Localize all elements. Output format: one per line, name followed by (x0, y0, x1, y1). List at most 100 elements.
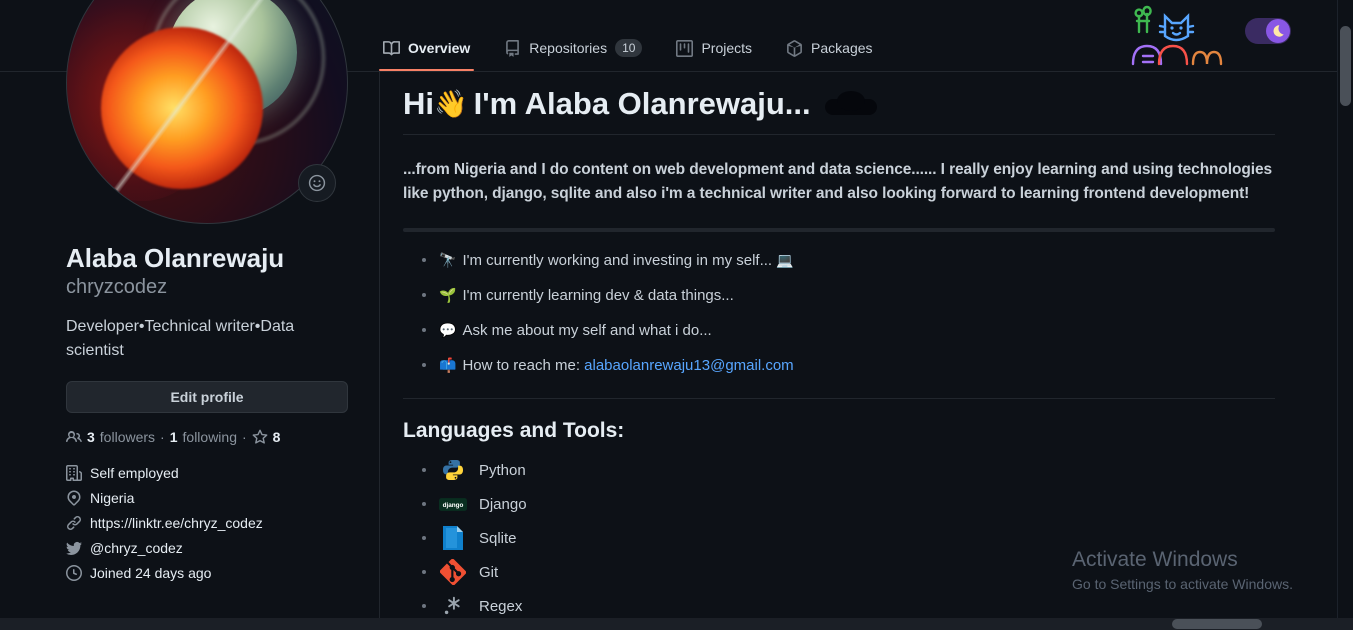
meta-location: Nigeria (66, 486, 362, 511)
list-item: django Django (403, 487, 1275, 521)
speech-balloon-icon: 💬 (439, 322, 457, 338)
languages-and-tools-heading: Languages and Tools: (403, 419, 625, 442)
horizontal-scrollbar[interactable] (0, 618, 1353, 630)
github-profile-page: Overview Repositories 10 Projects Packag… (0, 0, 1353, 630)
counters-separator-1: · (160, 428, 165, 445)
edit-profile-button[interactable]: Edit profile (66, 380, 348, 413)
list-item-prefix: How to reach me: (462, 357, 585, 374)
following-count[interactable]: 1 (170, 429, 178, 445)
tool-label: Python (479, 461, 526, 479)
tab-projects[interactable]: Projects (672, 25, 756, 71)
vertical-scrollbar[interactable] (1337, 0, 1353, 618)
profile-readme: Hi 👋 I'm Alaba Olanrewaju... ...from Nig… (403, 86, 1275, 623)
laptop-icon: 💻 (776, 252, 794, 268)
list-item: Python (403, 453, 1275, 487)
regex-glyph (444, 596, 460, 615)
django-icon[interactable]: django (439, 490, 467, 518)
svg-text:django: django (443, 502, 464, 509)
meta-location-label: Nigeria (90, 490, 135, 506)
counters-separator-2: · (242, 428, 247, 445)
project-icon (676, 39, 694, 57)
theme-toggle[interactable] (1245, 18, 1291, 44)
repo-icon (506, 39, 520, 57)
list-item: 🔭 I'm currently working and investing in … (403, 250, 1275, 271)
location-icon (67, 490, 81, 506)
tool-label: Sqlite (479, 529, 517, 547)
tab-overview[interactable]: Overview (379, 25, 475, 71)
tab-packages[interactable]: Packages (782, 25, 876, 71)
tab-projects-label: Projects (701, 40, 753, 56)
tool-label: Git (479, 563, 499, 581)
list-item-text: I'm currently working and investing in m… (462, 252, 773, 269)
link-icon (67, 516, 81, 530)
git-glyph (440, 559, 466, 585)
repositories-count-badge: 10 (615, 39, 643, 57)
status-emoji-button[interactable] (298, 164, 336, 202)
followers-label[interactable]: followers (100, 429, 155, 445)
list-item-text: I'm currently learning dev & data things… (462, 287, 734, 304)
tab-repositories-label: Repositories (529, 40, 608, 56)
sqlite-glyph (443, 526, 463, 550)
followers-count[interactable]: 3 (87, 429, 95, 445)
readme-heading: Hi 👋 I'm Alaba Olanrewaju... (403, 86, 1275, 135)
organization-icon (66, 465, 82, 481)
meta-organization: Self employed (66, 461, 362, 486)
readme-heading-prefix: Hi (403, 86, 434, 121)
github-neon-doodle-icon (1131, 5, 1223, 66)
tool-label: Regex (479, 597, 523, 615)
profile-meta-list: Self employed Nigeria https://linktr.ee/… (66, 461, 362, 586)
moon-glyph (1273, 25, 1284, 37)
horizontal-scrollbar-thumb[interactable] (1172, 619, 1262, 629)
list-item: 🌱 I'm currently learning dev & data thing… (403, 285, 1275, 306)
waving-hand-icon: 👋 (434, 89, 468, 119)
meta-link[interactable]: https://linktr.ee/chryz_codez (66, 511, 362, 536)
meta-joined-label: Joined 24 days ago (90, 565, 212, 581)
cloud-icon (824, 91, 877, 117)
git-icon[interactable] (439, 558, 467, 586)
mailbox-icon: 📫 (439, 357, 457, 373)
star-icon (252, 429, 268, 444)
tab-packages-label: Packages (811, 40, 873, 56)
seedling-icon: 🌱 (439, 287, 457, 303)
list-item: Git (403, 555, 1275, 589)
clock-icon (66, 565, 82, 581)
readme-paragraph: ...from Nigeria and I do content on web … (403, 161, 1272, 202)
languages-and-tools-list: Python django Django Sqlite Git Regex (403, 453, 1275, 623)
tool-label: Django (479, 495, 527, 513)
book-icon (383, 40, 400, 55)
meta-joined: Joined 24 days ago (66, 561, 362, 586)
readme-rule-2 (403, 398, 1275, 399)
vertical-scrollbar-thumb[interactable] (1340, 26, 1351, 106)
sqlite-icon[interactable] (439, 524, 467, 552)
meta-link-label[interactable]: https://linktr.ee/chryz_codez (90, 515, 263, 531)
following-label[interactable]: following (183, 429, 237, 445)
django-glyph: django (439, 497, 467, 511)
list-item-text: Ask me about my self and what i do... (462, 322, 712, 339)
telescope-icon: 🔭 (439, 252, 457, 268)
avatar-container (66, 0, 348, 224)
list-item: 💬 Ask me about my self and what i do... (403, 320, 1275, 341)
list-item: 📫 How to reach me: alabaolanrewaju13@gmai… (403, 355, 1275, 376)
list-item: Sqlite (403, 521, 1275, 555)
people-icon (66, 430, 82, 442)
moon-icon (1266, 19, 1290, 43)
tab-overview-label: Overview (408, 40, 471, 56)
profile-sidebar: Alaba Olanrewaju chryzcodez Developer•Te… (66, 0, 362, 586)
meta-twitter[interactable]: @chryz_codez (66, 536, 362, 561)
sidebar-divider (379, 72, 380, 630)
profile-counters: 3 followers · 1 following · 8 (66, 429, 362, 445)
email-link[interactable]: alabaolanrewaju13@gmail.com (584, 357, 794, 374)
profile-nav: Overview Repositories 10 Projects Packag… (379, 24, 877, 72)
readme-heading-text: I'm Alaba Olanrewaju... (473, 86, 811, 121)
meta-twitter-label[interactable]: @chryz_codez (90, 540, 183, 556)
readme-rule-1 (403, 228, 1275, 232)
readme-bullet-list: 🔭 I'm currently working and investing in … (403, 250, 1275, 376)
stars-count[interactable]: 8 (273, 429, 281, 445)
regex-icon[interactable] (439, 592, 467, 620)
smiley-icon (308, 174, 326, 192)
tab-repositories[interactable]: Repositories 10 (500, 25, 646, 71)
meta-organization-label: Self employed (90, 465, 179, 481)
profile-login: chryzcodez (66, 275, 168, 298)
profile-bio: Developer•Technical writer•Data scientis… (66, 317, 295, 359)
python-icon[interactable] (439, 456, 467, 484)
